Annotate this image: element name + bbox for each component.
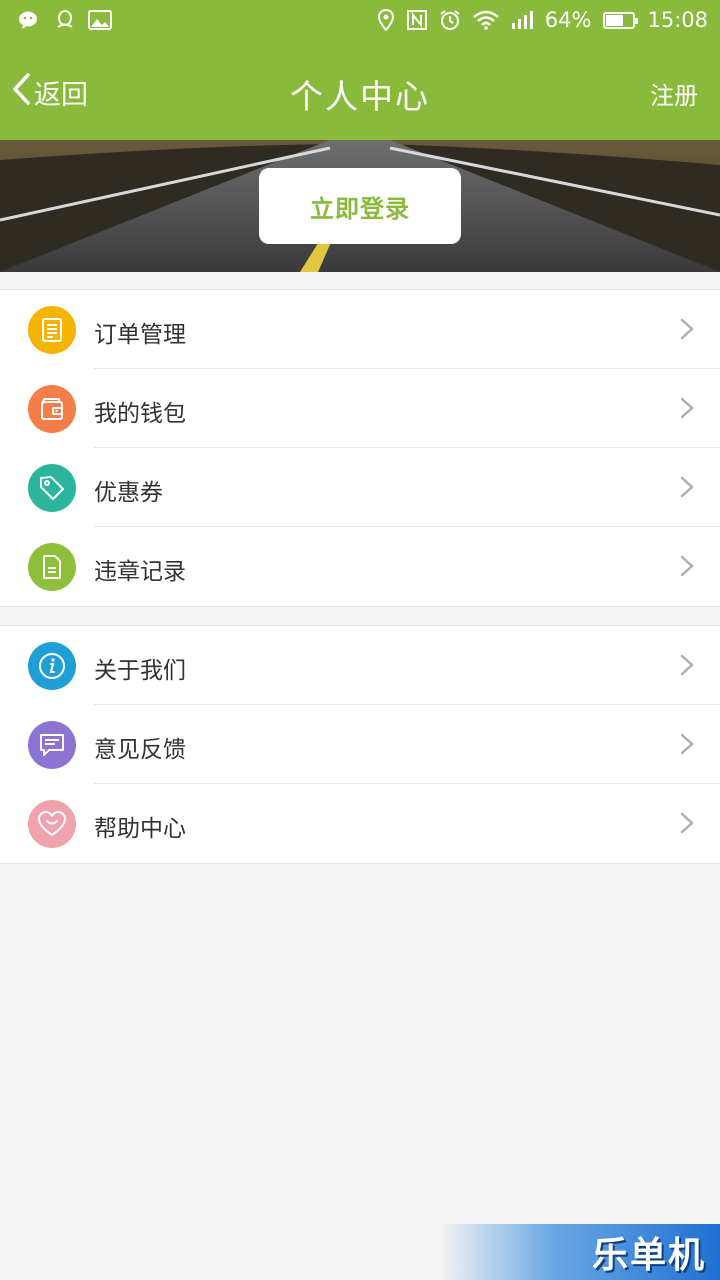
menu-item-about[interactable]: 关于我们 [0, 626, 720, 705]
chevron-right-icon [680, 476, 694, 502]
menu-item-label: 我的钱包 [94, 401, 186, 427]
wallet-icon [28, 385, 76, 433]
chevron-right-icon [680, 318, 694, 344]
image-icon [88, 10, 112, 30]
menu-item-label: 订单管理 [94, 322, 186, 348]
menu-item-label: 意见反馈 [94, 737, 186, 763]
menu-item-label: 违章记录 [94, 559, 186, 585]
menu-item-feedback[interactable]: 意见反馈 [0, 705, 720, 784]
info-icon [28, 642, 76, 690]
menu-item-coupons[interactable]: 优惠券 [0, 448, 720, 527]
heart-icon [28, 800, 76, 848]
menu-item-wallet[interactable]: 我的钱包 [0, 369, 720, 448]
location-icon [377, 9, 395, 31]
coupon-tag-icon [28, 464, 76, 512]
battery-icon [603, 11, 639, 29]
chevron-right-icon [680, 812, 694, 838]
qq-icon [54, 9, 76, 31]
menu-item-orders[interactable]: 订单管理 [0, 290, 720, 369]
alarm-icon [439, 9, 461, 31]
menu-item-label: 关于我们 [94, 658, 186, 684]
nfc-icon [406, 10, 427, 30]
chevron-right-icon [680, 733, 694, 759]
signal-icon [511, 11, 533, 29]
menu-item-violations[interactable]: 违章记录 [0, 527, 720, 606]
chevron-right-icon [680, 555, 694, 581]
chevron-right-icon [680, 397, 694, 423]
register-link[interactable]: 注册 [650, 76, 698, 111]
status-bar-right: 64% 15:08 [377, 8, 708, 32]
chevron-right-icon [680, 654, 694, 680]
battery-percent: 64% [544, 8, 592, 32]
status-bar-left [18, 9, 112, 31]
status-time: 15:08 [647, 8, 708, 32]
status-bar: 64% 15:08 [0, 0, 720, 40]
page-title: 个人中心 [290, 77, 430, 116]
order-list-icon [28, 306, 76, 354]
menu-group-support: 关于我们 意见反馈 帮助中心 [0, 625, 720, 864]
message-icon [28, 721, 76, 769]
top-navbar: 返回 个人中心 注册 [0, 40, 720, 140]
menu-item-help[interactable]: 帮助中心 [0, 784, 720, 863]
wifi-icon [472, 10, 499, 30]
wechat-icon [18, 10, 42, 30]
header-banner: 立即登录 [0, 140, 720, 272]
login-button[interactable]: 立即登录 [259, 168, 461, 244]
menu-item-label: 帮助中心 [94, 816, 186, 842]
menu-item-label: 优惠券 [94, 480, 163, 506]
watermark-logo: 乐单机 [440, 1224, 720, 1280]
document-icon [28, 543, 76, 591]
battery-level [606, 14, 624, 26]
watermark-text: 乐单机 [591, 1235, 706, 1276]
menu-group-account: 订单管理 我的钱包 优惠券 违章记录 [0, 289, 720, 607]
